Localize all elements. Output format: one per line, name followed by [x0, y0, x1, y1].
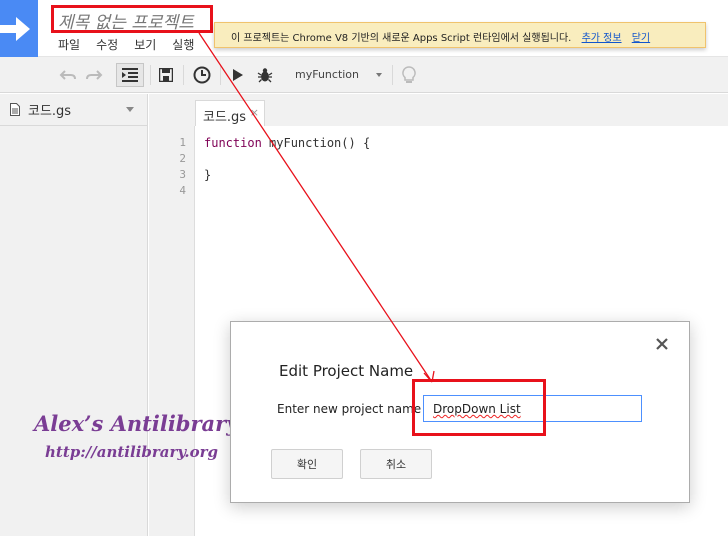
line-number: 3 — [179, 168, 186, 181]
menu-run[interactable]: 실행 — [172, 36, 194, 53]
dialog-title: Edit Project Name — [279, 362, 414, 380]
tab-label: 코드.gs — [203, 110, 247, 125]
close-icon[interactable]: × — [250, 106, 259, 119]
apps-script-logo[interactable] — [0, 0, 38, 57]
menu-file[interactable]: 파일 — [58, 36, 80, 53]
sidebar-file-item[interactable]: 코드.gs — [0, 94, 148, 126]
toolbar: myFunction — [0, 57, 728, 93]
redo-icon — [86, 70, 103, 80]
code-text: myFunction() { — [261, 136, 371, 150]
save-button[interactable] — [156, 63, 176, 87]
undo-button[interactable] — [58, 63, 78, 87]
chevron-down-icon — [376, 73, 382, 77]
runtime-notice: 이 프로젝트는 Chrome V8 기반의 새로운 Apps Script 런타… — [214, 22, 706, 48]
title-highlight-box — [51, 5, 213, 33]
notice-dismiss-link[interactable]: 닫기 — [632, 33, 650, 44]
debug-icon — [257, 68, 273, 83]
edit-project-name-dialog: Edit Project Name Enter new project name… — [230, 321, 690, 503]
lightbulb-icon — [402, 66, 416, 83]
watermark-name: Alex’s Antilibrary — [34, 411, 239, 436]
menu-view[interactable]: 보기 — [134, 36, 156, 53]
clock-icon — [193, 66, 211, 84]
tab-code-gs[interactable]: 코드.gs × — [195, 100, 265, 126]
suggestions-button[interactable] — [398, 63, 420, 87]
function-select[interactable]: myFunction — [285, 63, 390, 87]
line-number: 1 — [179, 136, 186, 149]
line-number: 4 — [179, 184, 186, 197]
triggers-button[interactable] — [191, 63, 213, 87]
function-select-value: myFunction — [295, 68, 360, 81]
ok-button[interactable]: 확인 — [271, 449, 343, 479]
menu-edit[interactable]: 수정 — [96, 36, 118, 53]
undo-icon — [59, 70, 76, 80]
input-highlight-box — [412, 379, 546, 436]
code-keyword: function — [204, 136, 262, 150]
run-icon — [233, 69, 243, 81]
file-sidebar: 코드.gs — [0, 94, 148, 536]
line-number: 2 — [179, 152, 186, 165]
close-icon — [656, 338, 668, 350]
line-number-gutter: 1 2 3 4 — [149, 126, 195, 536]
debug-button[interactable] — [254, 63, 276, 87]
file-icon — [10, 103, 20, 116]
notice-more-info-link[interactable]: 추가 정보 — [582, 33, 622, 44]
run-button[interactable] — [228, 63, 248, 87]
indent-button[interactable] — [116, 63, 144, 87]
notice-text: 이 프로젝트는 Chrome V8 기반의 새로운 Apps Script 런타… — [231, 33, 572, 44]
arrow-right-icon — [0, 17, 30, 41]
toolbar-separator — [183, 65, 184, 85]
toolbar-separator — [392, 65, 393, 85]
project-name-label: Enter new project name — [277, 402, 422, 416]
toolbar-separator — [150, 65, 151, 85]
watermark-url: http://antilibrary.org — [45, 443, 219, 461]
redo-button[interactable] — [84, 63, 104, 87]
menu-bar: 파일 수정 보기 실행 — [58, 36, 210, 53]
editor-tab-bar: 코드.gs × — [149, 94, 728, 126]
toolbar-separator — [220, 65, 221, 85]
sidebar-file-name: 코드.gs — [28, 104, 72, 119]
code-line: } — [204, 168, 212, 182]
chevron-down-icon[interactable] — [126, 107, 134, 112]
cancel-button[interactable]: 취소 — [360, 449, 432, 479]
save-icon — [159, 68, 173, 82]
code-editor[interactable]: function myFunction() { } — [204, 135, 370, 199]
dialog-close-button[interactable] — [654, 336, 670, 352]
code-line: function myFunction() { — [204, 135, 370, 151]
indent-icon — [122, 68, 138, 82]
